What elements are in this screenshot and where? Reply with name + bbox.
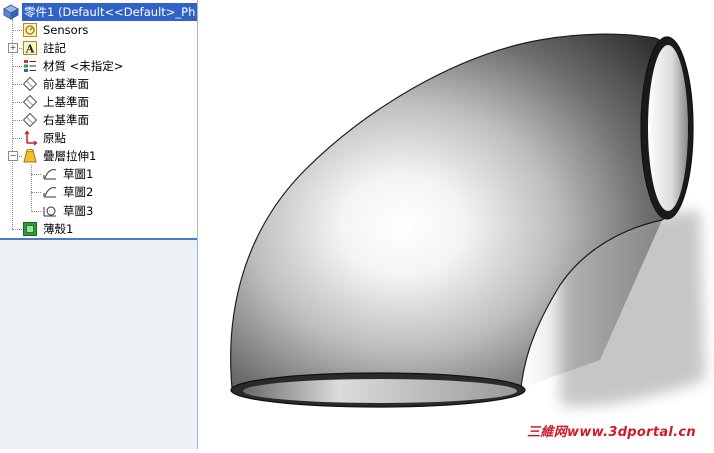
- material-icon: [22, 58, 38, 74]
- tree-item-label: 註記: [43, 41, 66, 55]
- annotation-icon: A: [22, 40, 38, 56]
- feature-manager-tree: + − 零件1 (Default<<Default>_Ph Sensors A …: [0, 0, 198, 449]
- tree-item-label: 上基準面: [43, 95, 89, 109]
- tree-connector: [31, 165, 32, 212]
- pipe-elbow-model: [230, 33, 705, 408]
- tree-connector: [31, 211, 41, 212]
- part-icon: [2, 4, 20, 20]
- tree-item-label: 原點: [43, 131, 66, 145]
- tree-item-shell[interactable]: 薄殼1: [22, 220, 75, 238]
- tree-item-label: 草圖3: [63, 204, 94, 218]
- tree-empty-area: [0, 238, 197, 449]
- watermark-text: 三維网www.3dportal.cn: [527, 425, 696, 440]
- tree-item-label: Sensors: [43, 23, 89, 37]
- tree-item-label: 材質 <未指定>: [43, 59, 124, 73]
- tree-connector: [12, 229, 22, 230]
- tree-connector: [12, 84, 22, 85]
- origin-icon: [22, 130, 38, 146]
- plane-icon: [22, 76, 38, 92]
- tree-connector: [12, 66, 22, 67]
- tree-item-annotations[interactable]: A 註記: [22, 39, 68, 57]
- graphics-viewport[interactable]: 三維网www.3dportal.cn: [199, 0, 714, 449]
- tree-item-sketch3[interactable]: 草圖3: [42, 202, 95, 220]
- shell-icon: [22, 221, 38, 237]
- tree-item-material[interactable]: 材質 <未指定>: [22, 57, 125, 75]
- tree-connector: [31, 192, 41, 193]
- sensors-icon: [22, 22, 38, 38]
- tree-item-right-plane[interactable]: 右基準面: [22, 111, 91, 129]
- tree-item-sensors[interactable]: Sensors: [22, 21, 90, 39]
- sketch-icon: [42, 203, 58, 219]
- tree-item-label: 草圖2: [63, 185, 94, 199]
- tree-connector: [31, 174, 41, 175]
- tree-connector: [12, 30, 22, 31]
- tree-item-label: 薄殼1: [43, 222, 74, 236]
- svg-text:A: A: [25, 43, 35, 56]
- sketch-icon: [42, 166, 58, 182]
- tree-item-sketch1[interactable]: 草圖1: [42, 165, 95, 183]
- tree-item-label: 草圖1: [63, 167, 94, 181]
- tree-connector: [12, 102, 22, 103]
- tree-item-label: 右基準面: [43, 113, 89, 127]
- tree-item-origin[interactable]: 原點: [22, 129, 68, 147]
- tree-item-front-plane[interactable]: 前基準面: [22, 75, 91, 93]
- plane-icon: [22, 94, 38, 110]
- tree-connector: [12, 120, 22, 121]
- tree-root-part[interactable]: 零件1 (Default<<Default>_Ph: [2, 3, 197, 21]
- tree-item-loft[interactable]: 疊層拉伸1: [22, 147, 98, 165]
- tree-connector: [12, 138, 22, 139]
- tree-item-label: 前基準面: [43, 77, 89, 91]
- tree-item-label: 疊層拉伸1: [43, 149, 97, 163]
- sketch-icon: [42, 184, 58, 200]
- tree-item-sketch2[interactable]: 草圖2: [42, 183, 95, 201]
- expand-annotations-toggle[interactable]: +: [8, 43, 18, 53]
- tree-root-label: 零件1 (Default<<Default>_Ph: [22, 3, 197, 21]
- tree-item-top-plane[interactable]: 上基準面: [22, 93, 91, 111]
- plane-icon: [22, 112, 38, 128]
- loft-icon: [22, 148, 38, 164]
- collapse-loft-toggle[interactable]: −: [8, 151, 18, 161]
